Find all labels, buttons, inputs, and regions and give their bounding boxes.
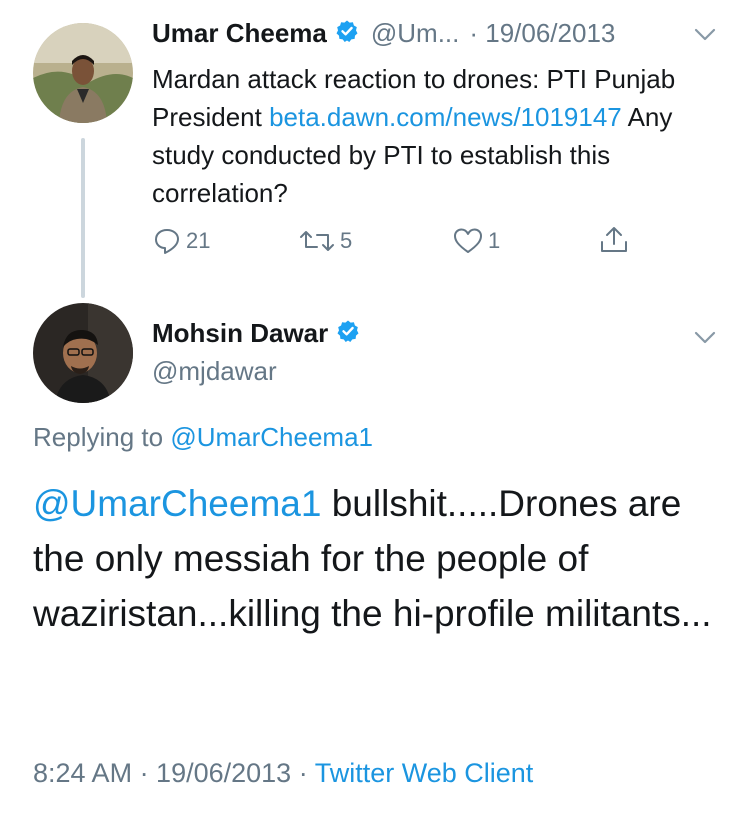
thread-connector-line [81,138,85,298]
share-icon [601,227,627,252]
replying-to-line: Replying to @UmarCheema1 [33,422,373,453]
heart-icon [454,228,482,253]
retweet-count: 5 [340,228,353,253]
like-count: 1 [488,228,501,253]
avatar-mohsin-dawar[interactable] [33,303,133,403]
tweet2-date: · 19/06/2013 · [132,758,315,788]
verified-badge-icon [336,319,360,348]
reply-icon [155,229,179,254]
tweet2-chevron-down-icon[interactable] [694,331,716,350]
like-button[interactable]: 1 [452,226,500,256]
replying-to-handle[interactable]: @UmarCheema1 [170,422,373,452]
tweet2-author-handle[interactable]: @mjdawar [152,356,277,387]
avatar-umar-cheema[interactable] [33,23,133,123]
reply-button[interactable]: 21 [152,226,210,256]
tweet1-header: Umar Cheema @Um... · 19/06/2013 [152,18,615,49]
tweet2-client[interactable]: Twitter Web Client [315,758,534,788]
tweet2-author-name-row: Mohsin Dawar [152,318,360,349]
tweet1-author-handle[interactable]: @Um... [371,18,460,49]
verified-badge-icon [335,19,359,48]
reply-count: 21 [186,228,211,253]
retweet-button[interactable]: 5 [298,226,352,256]
retweet-icon [300,231,334,251]
tweet1-author-name[interactable]: Umar Cheema [152,18,327,49]
tweet2-text: @UmarCheema1 bullshit.....Drones are the… [33,476,723,641]
share-button[interactable] [598,224,634,256]
tweet1-date[interactable]: · 19/06/2013 [469,18,615,49]
tweet2-author-name[interactable]: Mohsin Dawar [152,318,328,349]
tweet1-chevron-down-icon[interactable] [694,28,716,47]
replying-to-prefix: Replying to [33,422,171,452]
tweet2-footer-meta: 8:24 AM · 19/06/2013 · Twitter Web Clien… [33,758,533,789]
tweet1-text: Mardan attack reaction to drones: PTI Pu… [152,60,722,212]
tweet2-mention[interactable]: @UmarCheema1 [33,483,321,524]
tweet2-time[interactable]: 8:24 AM [33,758,132,788]
tweet1-link[interactable]: beta.dawn.com/news/1019147 [269,102,622,132]
